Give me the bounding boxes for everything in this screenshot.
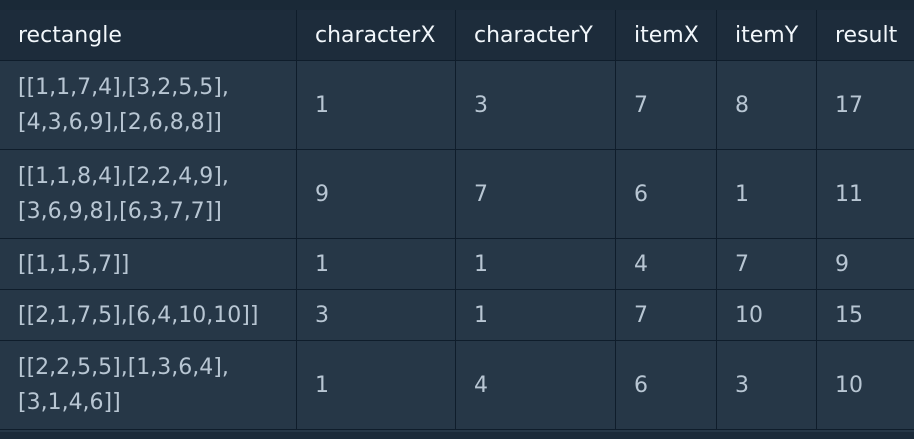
cell-characterx: 3 <box>296 289 456 341</box>
cell-itemx: 6 <box>615 149 717 239</box>
top-border <box>0 0 914 10</box>
cell-characterx: 1 <box>296 340 456 430</box>
cell-result: 15 <box>816 289 914 341</box>
header-itemy: itemY <box>716 10 817 61</box>
header-rectangle: rectangle <box>0 10 297 61</box>
table-row: [[1,1,5,7]] 1 1 4 7 9 <box>0 238 914 290</box>
cell-result: 9 <box>816 238 914 290</box>
header-charactery: characterY <box>455 10 616 61</box>
cell-characterx: 9 <box>296 149 456 239</box>
cell-rectangle: [[1,1,5,7]] <box>0 238 297 290</box>
table-container: rectangle characterX characterY itemX it… <box>0 0 914 439</box>
cell-itemy: 8 <box>716 60 817 150</box>
table-row: [[1,1,8,4],[2,2,4,9], [3,6,9,8],[6,3,7,7… <box>0 149 914 239</box>
header-row: rectangle characterX characterY itemX it… <box>0 10 914 61</box>
cell-rectangle: [[1,1,7,4],[3,2,5,5], [4,3,6,9],[2,6,8,8… <box>0 60 297 150</box>
cell-itemy: 10 <box>716 289 817 341</box>
cell-characterx: 1 <box>296 60 456 150</box>
header-characterx: characterX <box>296 10 456 61</box>
cell-charactery: 3 <box>455 60 616 150</box>
cell-rectangle: [[2,2,5,5],[1,3,6,4], [3,1,4,6]] <box>0 340 297 430</box>
cell-charactery: 7 <box>455 149 616 239</box>
examples-table: rectangle characterX characterY itemX it… <box>0 10 914 430</box>
table-row: [[2,1,7,5],[6,4,10,10]] 3 1 7 10 15 <box>0 289 914 341</box>
cell-itemx: 7 <box>615 60 717 150</box>
cell-charactery: 1 <box>455 289 616 341</box>
header-result: result <box>816 10 914 61</box>
table-row: [[1,1,7,4],[3,2,5,5], [4,3,6,9],[2,6,8,8… <box>0 60 914 150</box>
cell-itemx: 7 <box>615 289 717 341</box>
cell-itemy: 1 <box>716 149 817 239</box>
cell-result: 17 <box>816 60 914 150</box>
cell-result: 10 <box>816 340 914 430</box>
cell-itemx: 4 <box>615 238 717 290</box>
cell-charactery: 1 <box>455 238 616 290</box>
cell-rectangle: [[1,1,8,4],[2,2,4,9], [3,6,9,8],[6,3,7,7… <box>0 149 297 239</box>
cell-result: 11 <box>816 149 914 239</box>
table-row: [[2,2,5,5],[1,3,6,4], [3,1,4,6]] 1 4 6 3… <box>0 340 914 430</box>
cell-charactery: 4 <box>455 340 616 430</box>
cell-itemy: 3 <box>716 340 817 430</box>
bottom-border <box>0 432 914 439</box>
cell-rectangle: [[2,1,7,5],[6,4,10,10]] <box>0 289 297 341</box>
cell-itemy: 7 <box>716 238 817 290</box>
cell-characterx: 1 <box>296 238 456 290</box>
header-itemx: itemX <box>615 10 717 61</box>
cell-itemx: 6 <box>615 340 717 430</box>
